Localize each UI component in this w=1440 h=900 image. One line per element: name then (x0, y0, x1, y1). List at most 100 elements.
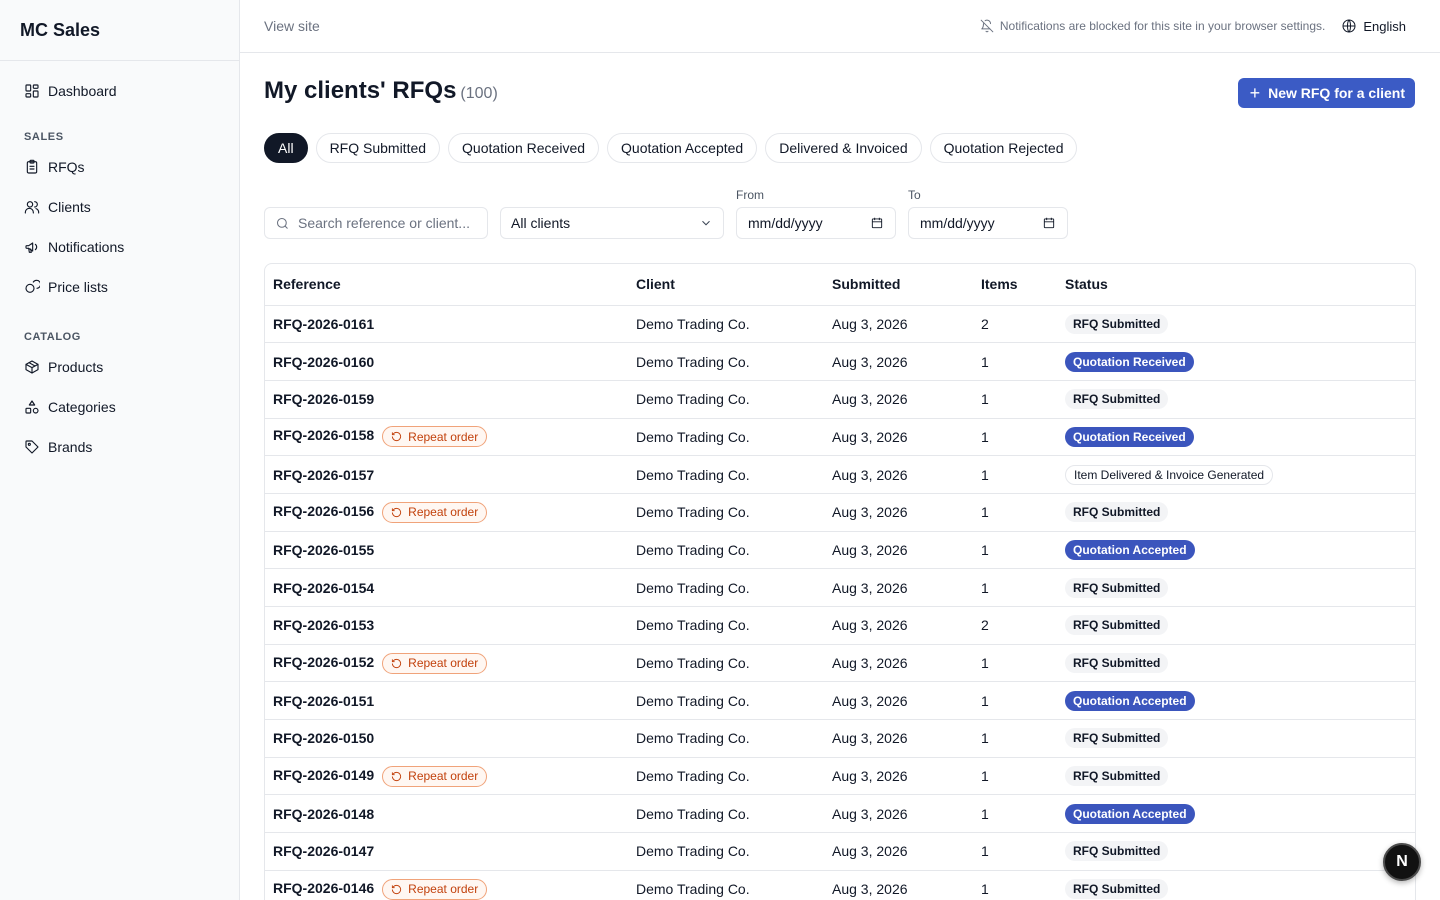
cell-reference[interactable]: RFQ-2026-0158 Repeat order (265, 418, 628, 457)
table-row[interactable]: RFQ-2026-0152 Repeat order Demo Trading Co… (265, 644, 1415, 683)
cell-client: Demo Trading Co. (628, 644, 824, 683)
language-selector[interactable]: English (1341, 18, 1416, 34)
notification-notice: Notifications are blocked for this site … (980, 19, 1325, 33)
sidebar-item-rfqs[interactable]: RFQs (0, 147, 239, 187)
status-badge: Quotation Received (1065, 351, 1194, 372)
sidebar-item-clients[interactable]: Clients (0, 187, 239, 227)
rotate-ccw-icon (392, 884, 402, 894)
page-title-text: My clients' RFQs (264, 77, 457, 104)
table-row[interactable]: RFQ-2026-0154 Demo Trading Co. Aug 3, 2026… (265, 568, 1415, 607)
cell-submitted: Aug 3, 2026 (824, 644, 973, 683)
cell-reference[interactable]: RFQ-2026-0150 (265, 719, 628, 758)
cell-submitted: Aug 3, 2026 (824, 493, 973, 532)
package-icon (25, 360, 39, 374)
sidebar-item-notifications[interactable]: Notifications (0, 227, 239, 267)
table-row[interactable]: RFQ-2026-0146 Repeat order Demo Trading Co… (265, 870, 1415, 900)
table-row[interactable]: RFQ-2026-0149 Repeat order Demo Trading Co… (265, 757, 1415, 796)
column-header-reference[interactable]: Reference (265, 264, 628, 306)
table-row[interactable]: RFQ-2026-0159 Demo Trading Co. Aug 3, 2026… (265, 380, 1415, 419)
rotate-ccw-icon (392, 432, 402, 442)
next-dev-indicator-button[interactable]: N (1383, 843, 1421, 881)
repeat-order-label: Repeat order (408, 429, 479, 444)
cell-reference[interactable]: RFQ-2026-0157 (265, 455, 628, 494)
clipboard-icon (26, 159, 38, 174)
table-row[interactable]: RFQ-2026-0151 Demo Trading Co. Aug 3, 2026… (265, 681, 1415, 721)
client-select-value: All clients (511, 215, 571, 231)
table-row[interactable]: RFQ-2026-0148 Demo Trading Co. Aug 3, 2026… (265, 794, 1415, 834)
from-date-value: mm/dd/yyyy (748, 215, 823, 231)
view-site-link[interactable]: View site (264, 18, 320, 34)
new-rfq-button[interactable]: + New RFQ for a client (1237, 78, 1415, 108)
column-header-status[interactable]: Status (1057, 264, 1415, 306)
cell-reference[interactable]: RFQ-2026-0154 (265, 568, 628, 607)
cell-reference[interactable]: RFQ-2026-0161 (265, 305, 628, 344)
sidebar-item-label: Clients (48, 199, 91, 215)
tab-all[interactable]: All (264, 133, 308, 163)
table-row[interactable]: RFQ-2026-0160 Demo Trading Co. Aug 3, 2026… (265, 342, 1415, 381)
page-title: My clients' RFQs (100) (264, 77, 498, 105)
cell-reference[interactable]: RFQ-2026-0148 (265, 794, 628, 834)
column-header-client[interactable]: Client (628, 264, 824, 306)
rotate-ccw-icon (392, 507, 402, 517)
globe-icon (1342, 19, 1356, 33)
table-row[interactable]: RFQ-2026-0158 Repeat order Demo Trading Co… (265, 418, 1415, 457)
cell-submitted: Aug 3, 2026 (824, 681, 973, 721)
column-header-submitted[interactable]: Submitted (824, 264, 973, 306)
sidebar-item-label: Dashboard (48, 83, 117, 99)
sidebar-item-products[interactable]: Products (0, 347, 239, 387)
from-label: From (736, 188, 764, 202)
status-badge: RFQ Submitted (1065, 577, 1169, 598)
cell-reference[interactable]: RFQ-2026-0160 (265, 342, 628, 381)
cell-reference[interactable]: RFQ-2026-0155 (265, 531, 628, 570)
cell-submitted: Aug 3, 2026 (824, 606, 973, 645)
cell-reference[interactable]: RFQ-2026-0146 Repeat order (265, 870, 628, 900)
cell-reference[interactable]: RFQ-2026-0151 (265, 681, 628, 721)
tab-rfq-submitted[interactable]: RFQ Submitted (315, 133, 441, 163)
reference-text: RFQ-2026-0160 (273, 353, 375, 370)
client-select[interactable]: All clients (500, 207, 724, 239)
table-row[interactable]: RFQ-2026-0153 Demo Trading Co. Aug 3, 2026… (265, 606, 1415, 645)
coins-icon (25, 279, 40, 293)
status-badge: RFQ Submitted (1065, 766, 1169, 787)
notification-notice-text: Notifications are blocked for this site … (999, 19, 1326, 33)
column-header-items[interactable]: Items (973, 264, 1057, 306)
cell-client: Demo Trading Co. (628, 568, 824, 607)
search-box[interactable] (264, 207, 488, 239)
brand-logo[interactable]: MC Sales (0, 0, 239, 61)
sidebar-item-dashboard[interactable]: Dashboard (0, 71, 239, 111)
search-input[interactable] (298, 215, 478, 231)
table-row[interactable]: RFQ-2026-0161 Demo Trading Co. Aug 3, 2026… (265, 305, 1415, 344)
cell-items: 1 (973, 531, 1057, 570)
tab-delivered-invoiced[interactable]: Delivered & Invoiced (765, 133, 922, 163)
from-date-input[interactable]: mm/dd/yyyy (736, 207, 896, 239)
cell-reference[interactable]: RFQ-2026-0152 Repeat order (265, 644, 628, 683)
cell-reference[interactable]: RFQ-2026-0149 Repeat order (265, 757, 628, 796)
cell-submitted: Aug 3, 2026 (824, 870, 973, 900)
cell-items: 1 (973, 493, 1057, 532)
to-date-input[interactable]: mm/dd/yyyy (908, 207, 1068, 239)
main-content: My clients' RFQs (100) + New RFQ for a cl… (264, 53, 1416, 900)
sidebar-item-price-lists[interactable]: Price lists (0, 267, 239, 307)
cell-reference[interactable]: RFQ-2026-0156 Repeat order (265, 493, 628, 532)
cell-submitted: Aug 3, 2026 (824, 305, 973, 344)
table-row[interactable]: RFQ-2026-0157 Demo Trading Co. Aug 3, 2026… (265, 455, 1415, 494)
table-row[interactable]: RFQ-2026-0156 Repeat order Demo Trading Co… (265, 493, 1415, 532)
cell-reference[interactable]: RFQ-2026-0147 (265, 832, 628, 871)
table-row[interactable]: RFQ-2026-0147 Demo Trading Co. Aug 3, 2026… (265, 832, 1415, 871)
cell-items: 1 (973, 794, 1057, 834)
tab-quotation-received[interactable]: Quotation Received (448, 133, 600, 163)
sidebar-item-brands[interactable]: Brands (0, 427, 239, 467)
tab-quotation-accepted[interactable]: Quotation Accepted (607, 133, 758, 163)
table-row[interactable]: RFQ-2026-0150 Demo Trading Co. Aug 3, 2026… (265, 719, 1415, 758)
cell-reference[interactable]: RFQ-2026-0153 (265, 606, 628, 645)
tab-quotation-rejected[interactable]: Quotation Rejected (929, 133, 1078, 163)
nav-section-catalog: CATALOG (24, 331, 81, 343)
cell-items: 1 (973, 568, 1057, 607)
sidebar-item-categories[interactable]: Categories (0, 387, 239, 427)
table-row[interactable]: RFQ-2026-0155 Demo Trading Co. Aug 3, 2026… (265, 531, 1415, 570)
cell-reference[interactable]: RFQ-2026-0159 (265, 380, 628, 419)
cell-client: Demo Trading Co. (628, 870, 824, 900)
cell-items: 2 (973, 606, 1057, 645)
cell-client: Demo Trading Co. (628, 832, 824, 871)
cell-submitted: Aug 3, 2026 (824, 568, 973, 607)
